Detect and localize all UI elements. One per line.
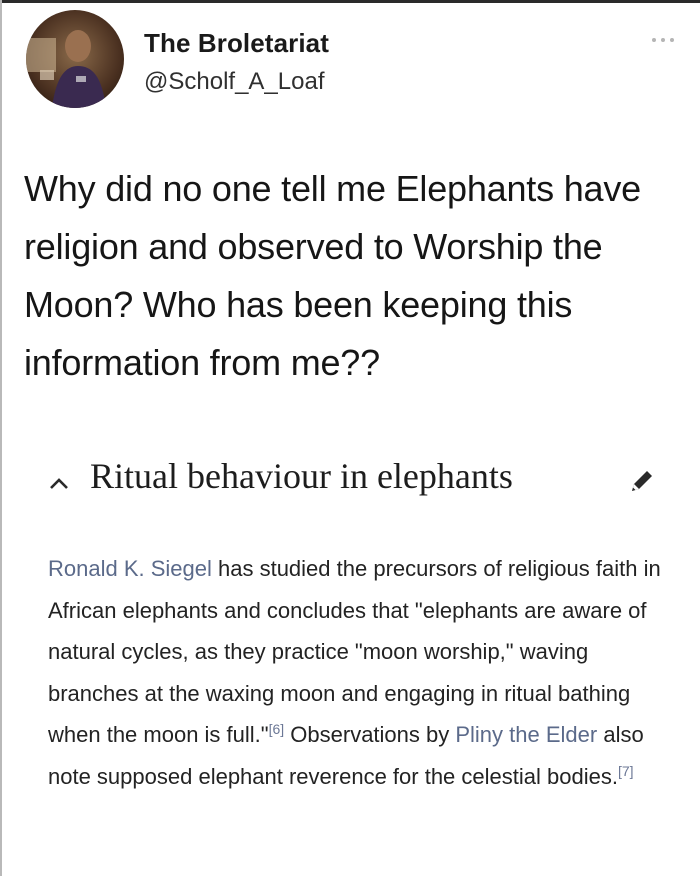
paragraph-text-2: Observations by [284, 722, 456, 747]
reference-6[interactable]: [6] [269, 721, 285, 737]
pencil-icon[interactable] [624, 465, 658, 499]
more-icon[interactable] [650, 36, 676, 44]
wiki-section-heading: Ritual behaviour in elephants [44, 455, 674, 507]
author-handle[interactable]: @Scholf_A_Loaf [144, 68, 324, 96]
author-name[interactable]: The Broletariat [144, 28, 329, 59]
top-border [0, 0, 700, 3]
paragraph-text-1: has studied the precursors of religious … [48, 556, 661, 747]
reference-7[interactable]: [7] [618, 763, 634, 779]
tweet-text: Why did no one tell me Elephants have re… [24, 168, 641, 383]
link-pliny-the-elder[interactable]: Pliny the Elder [455, 722, 597, 747]
left-border [0, 0, 2, 876]
avatar[interactable] [26, 10, 124, 108]
link-ronald-k-siegel[interactable]: Ronald K. Siegel [48, 556, 212, 581]
wiki-section-title: Ritual behaviour in elephants [90, 456, 513, 496]
wiki-paragraph: Ronald K. Siegel has studied the precurs… [48, 548, 668, 797]
chevron-up-icon[interactable] [48, 475, 70, 491]
